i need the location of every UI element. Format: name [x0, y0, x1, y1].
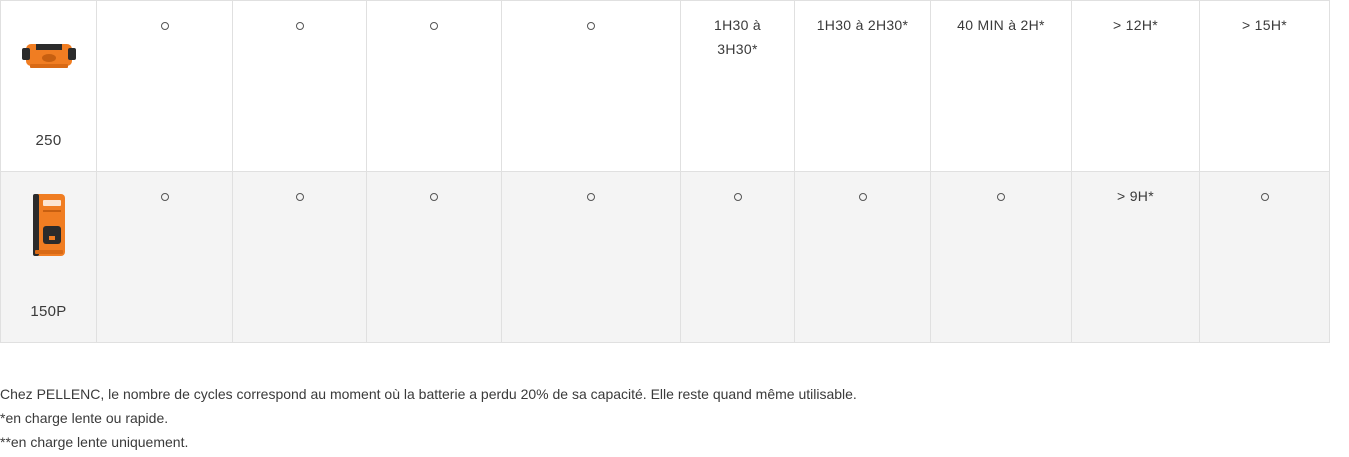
footnotes: Chez PELLENC, le nombre de cycles corres…: [0, 382, 857, 454]
table-cell: > 12H*: [1071, 0, 1200, 172]
circle-icon: [858, 193, 867, 201]
table-cell: > 9H*: [1071, 171, 1200, 343]
battery-250-icon: [20, 38, 78, 79]
circle-icon: [997, 193, 1005, 201]
footnote-single-star: *en charge lente ou rapide.: [0, 410, 169, 426]
circle-icon: [160, 193, 169, 201]
table-cell: [930, 171, 1072, 343]
table-cell: 1H30 à 3H30*: [680, 0, 795, 172]
circle-icon: [1260, 193, 1269, 201]
table-cell: [96, 171, 233, 343]
table-cell: [96, 0, 233, 172]
table-cell: [501, 171, 681, 343]
table-row: 150P > 9H*: [0, 171, 1330, 343]
compatibility-table: 250 1H30 à 3H30* 1H30 à 2H30* 40 MIN à 2…: [0, 0, 1330, 343]
table-cell: > 15H*: [1199, 0, 1330, 172]
table-row: 250 1H30 à 3H30* 1H30 à 2H30* 40 MIN à 2…: [0, 0, 1330, 172]
table-cell: [680, 171, 795, 343]
table-cell: [232, 171, 367, 343]
table-cell: [501, 0, 681, 172]
circle-icon: [587, 22, 595, 30]
table-cell: [1199, 171, 1330, 343]
circle-icon: [430, 193, 438, 201]
battery-150p-icon: [29, 192, 69, 265]
footnote-cycles: Chez PELLENC, le nombre de cycles corres…: [0, 386, 857, 402]
table-cell: [366, 0, 502, 172]
product-cell: 250: [0, 0, 97, 172]
footnote-double-star: **en charge lente uniquement.: [0, 434, 189, 450]
circle-icon: [295, 22, 304, 30]
product-name: 150P: [30, 303, 67, 320]
table-cell: 40 MIN à 2H*: [930, 0, 1072, 172]
product-cell: 150P: [0, 171, 97, 343]
circle-icon: [295, 193, 304, 201]
page: 250 1H30 à 3H30* 1H30 à 2H30* 40 MIN à 2…: [0, 0, 1349, 457]
circle-icon: [733, 193, 742, 201]
table-cell: [366, 171, 502, 343]
table-cell: [232, 0, 367, 172]
product-name: 250: [35, 132, 62, 149]
table-cell: 1H30 à 2H30*: [794, 0, 931, 172]
circle-icon: [587, 193, 595, 201]
circle-icon: [160, 22, 169, 30]
table-cell: [794, 171, 931, 343]
circle-icon: [430, 22, 438, 30]
